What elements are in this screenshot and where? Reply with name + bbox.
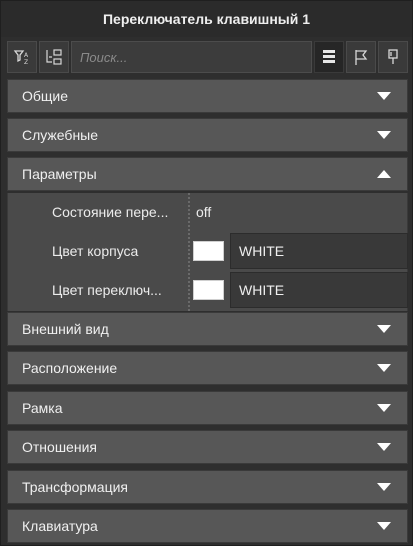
state-value[interactable]: off <box>196 204 211 220</box>
chevron-up-icon <box>377 170 391 178</box>
chevron-down-icon <box>377 404 391 412</box>
section-label: Клавиатура <box>22 518 98 534</box>
section-appearance[interactable]: Внешний вид <box>7 312 408 346</box>
flag-button[interactable] <box>346 41 376 73</box>
svg-text:A: A <box>24 52 29 59</box>
switch-color-field[interactable]: WHITE <box>230 272 408 308</box>
chevron-down-icon <box>377 483 391 491</box>
properties-panel: Переключатель клавишный 1 A Z Поиск... О… <box>0 0 413 546</box>
parameters-body: Состояние пере... off Цвет корпуса WHITE… <box>7 193 408 311</box>
search-input[interactable] <box>80 49 311 65</box>
section-keyboard[interactable]: Клавиатура <box>7 509 408 543</box>
filter-sort-icon: A Z <box>13 50 29 66</box>
param-label: Состояние пере... <box>52 204 169 220</box>
pin-button[interactable] <box>378 41 408 73</box>
param-label: Цвет переключ... <box>52 282 162 298</box>
chevron-down-icon <box>377 92 391 100</box>
body-color-swatch[interactable] <box>193 241 224 261</box>
section-relations[interactable]: Отношения <box>7 430 408 464</box>
switch-color-swatch[interactable] <box>193 280 224 300</box>
chevron-down-icon <box>377 325 391 333</box>
param-row-body-color: Цвет корпуса WHITE <box>8 232 409 270</box>
title-bar: Переключатель клавишный 1 <box>1 1 412 37</box>
section-frame[interactable]: Рамка <box>7 391 408 425</box>
param-row-switch-color: Цвет переключ... WHITE <box>8 271 409 309</box>
svg-text:Z: Z <box>24 59 28 66</box>
chevron-down-icon <box>377 522 391 530</box>
filter-sort-button[interactable]: A Z <box>7 41 37 73</box>
expand-collapse-button[interactable] <box>39 41 69 73</box>
body-color-field[interactable]: WHITE <box>230 233 408 269</box>
list-view-button[interactable] <box>314 41 344 73</box>
flag-icon <box>355 50 368 65</box>
panel-title: Переключатель клавишный 1 <box>102 11 311 27</box>
section-label: Внешний вид <box>22 321 109 337</box>
section-label: Общие <box>22 88 69 104</box>
section-label: Трансформация <box>22 479 128 495</box>
pin-icon <box>388 49 398 64</box>
section-service[interactable]: Служебные <box>7 118 408 152</box>
section-label: Отношения <box>22 439 97 455</box>
chevron-down-icon <box>377 131 391 139</box>
toolbar: A Z <box>7 40 408 74</box>
section-label: Рамка <box>22 400 63 416</box>
section-general[interactable]: Общие <box>7 79 408 113</box>
chevron-down-icon <box>377 443 391 451</box>
section-position[interactable]: Расположение <box>7 351 408 385</box>
chevron-down-icon <box>377 364 391 372</box>
section-parameters[interactable]: Параметры <box>7 157 408 191</box>
section-transform[interactable]: Трансформация <box>7 470 408 504</box>
section-label: Расположение <box>22 360 118 376</box>
search-field[interactable] <box>71 41 312 73</box>
section-label: Параметры <box>22 166 97 182</box>
section-label: Служебные <box>22 127 99 143</box>
param-label: Цвет корпуса <box>52 243 139 259</box>
expand-collapse-icon <box>46 49 62 65</box>
param-row-state: Состояние пере... off <box>8 193 409 231</box>
list-view-icon <box>323 50 335 63</box>
